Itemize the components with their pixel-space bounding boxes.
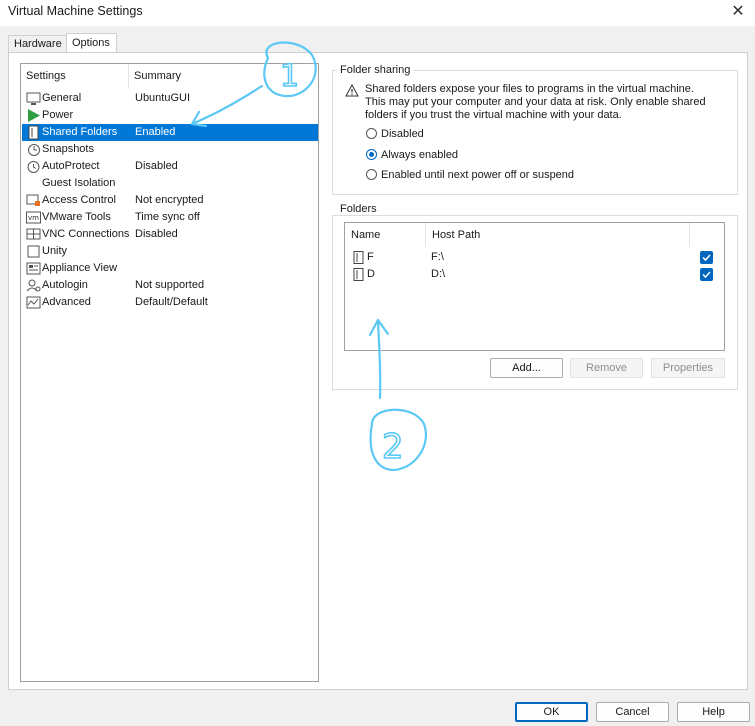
column-header-host-path[interactable]: Host Path <box>426 223 690 247</box>
settings-item-summary: Default/Default <box>135 296 208 308</box>
radio-label: Disabled <box>381 128 424 140</box>
radio-dot <box>366 128 377 139</box>
advanced-icon <box>26 296 41 309</box>
settings-item-label: VNC Connections <box>42 228 130 240</box>
radio-dot <box>366 169 377 180</box>
radio-disabled[interactable]: Disabled <box>366 126 516 142</box>
folder-host-path: F:\ <box>431 251 444 263</box>
tab-hardware[interactable]: Hardware <box>8 35 68 52</box>
radio-label: Always enabled <box>381 149 459 161</box>
settings-item-summary: Not supported <box>135 279 205 291</box>
settings-list-header: Settings Summary <box>21 64 318 88</box>
folder-name: D <box>367 268 375 280</box>
settings-item-label: Snapshots <box>42 143 94 155</box>
table-row[interactable]: F F:\ <box>346 249 725 266</box>
vnc-icon <box>26 228 41 240</box>
radio-dot <box>366 149 377 160</box>
general-icon <box>26 92 41 105</box>
folder-enabled-checkbox[interactable] <box>700 268 713 281</box>
folder-sharing-title: Folder sharing <box>337 64 414 76</box>
column-header-name[interactable]: Name <box>345 223 426 247</box>
settings-item-label: VMware Tools <box>42 211 111 223</box>
folder-enabled-checkbox[interactable] <box>700 251 713 264</box>
remove-folder-button[interactable]: Remove <box>570 358 643 378</box>
settings-list[interactable]: Settings Summary General UbuntuGUI Power… <box>20 63 319 682</box>
radio-enabled-until-power-off[interactable]: Enabled until next power off or suspend <box>366 167 616 183</box>
close-button[interactable]: ✕ <box>724 2 752 22</box>
folder-sharing-warning: Shared folders expose your files to prog… <box>365 83 706 121</box>
settings-item-guest-isolation[interactable]: Guest Isolation <box>22 175 318 192</box>
vmware-tools-icon: vm <box>26 211 41 224</box>
settings-item-summary: UbuntuGUI <box>135 92 191 104</box>
settings-item-label: General <box>42 92 82 104</box>
power-icon <box>28 109 40 122</box>
settings-item-shared-folders[interactable]: Shared Folders Enabled <box>22 124 318 141</box>
title-bar: Virtual Machine Settings ✕ <box>0 0 755 26</box>
settings-item-label: Appliance View <box>42 262 118 274</box>
table-row[interactable]: D D:\ <box>346 266 725 283</box>
settings-item-advanced[interactable]: Advanced Default/Default <box>22 294 318 311</box>
folder-name: F <box>367 251 374 263</box>
autoprotect-icon <box>27 161 40 173</box>
settings-item-summary: Disabled <box>135 160 178 172</box>
folder-host-path: D:\ <box>431 268 446 280</box>
settings-item-label: AutoProtect <box>42 160 100 172</box>
shared-folder-icon <box>353 268 364 281</box>
settings-item-autoprotect[interactable]: AutoProtect Disabled <box>22 158 318 175</box>
autologin-icon <box>26 279 41 292</box>
settings-item-vnc-connections[interactable]: VNC Connections Disabled <box>22 226 318 243</box>
settings-item-unity[interactable]: Unity <box>22 243 318 260</box>
settings-item-label: Access Control <box>42 194 116 206</box>
settings-item-summary: Disabled <box>135 228 178 240</box>
settings-item-appliance-view[interactable]: Appliance View <box>22 260 318 277</box>
radio-label: Enabled until next power off or suspend <box>381 169 575 181</box>
guest-isolation-icon <box>26 176 41 191</box>
folders-table[interactable]: Name Host Path F F:\ D D:\ <box>344 222 725 351</box>
shared-folders-icon <box>28 125 39 140</box>
settings-item-general[interactable]: General UbuntuGUI <box>22 90 318 107</box>
column-header-settings[interactable]: Settings <box>21 64 129 88</box>
radio-always-enabled[interactable]: Always enabled <box>366 147 516 163</box>
tab-options[interactable]: Options <box>66 33 117 52</box>
cancel-button[interactable]: Cancel <box>596 702 669 722</box>
settings-item-label: Advanced <box>42 296 91 308</box>
unity-icon <box>27 245 40 258</box>
column-header-summary[interactable]: Summary <box>129 64 309 88</box>
warning-icon <box>345 84 359 97</box>
settings-item-snapshots[interactable]: Snapshots <box>22 141 318 158</box>
settings-item-label: Unity <box>42 245 68 257</box>
add-folder-button[interactable]: Add... <box>490 358 563 378</box>
access-control-icon <box>26 194 40 206</box>
settings-item-label: Power <box>42 109 74 121</box>
settings-item-autologin[interactable]: Autologin Not supported <box>22 277 318 294</box>
settings-item-summary: Enabled <box>135 126 176 138</box>
folder-properties-button[interactable]: Properties <box>651 358 725 378</box>
shared-folder-icon <box>353 251 364 264</box>
window-title: Virtual Machine Settings <box>8 4 143 18</box>
settings-item-vmware-tools[interactable]: vm VMware Tools Time sync off <box>22 209 318 226</box>
settings-item-access-control[interactable]: Access Control Not encrypted <box>22 192 318 209</box>
svg-text:vm: vm <box>28 214 39 222</box>
settings-item-summary: Time sync off <box>135 211 200 223</box>
settings-item-label: Shared Folders <box>42 126 118 138</box>
folders-title: Folders <box>337 203 380 215</box>
help-button[interactable]: Help <box>677 702 750 722</box>
ok-button[interactable]: OK <box>515 702 588 722</box>
snapshots-icon <box>28 144 40 156</box>
settings-item-label: Autologin <box>42 279 88 291</box>
settings-item-label: Guest Isolation <box>42 177 116 189</box>
settings-item-power[interactable]: Power <box>22 107 318 124</box>
appliance-view-icon <box>26 262 41 275</box>
settings-item-summary: Not encrypted <box>135 194 204 206</box>
